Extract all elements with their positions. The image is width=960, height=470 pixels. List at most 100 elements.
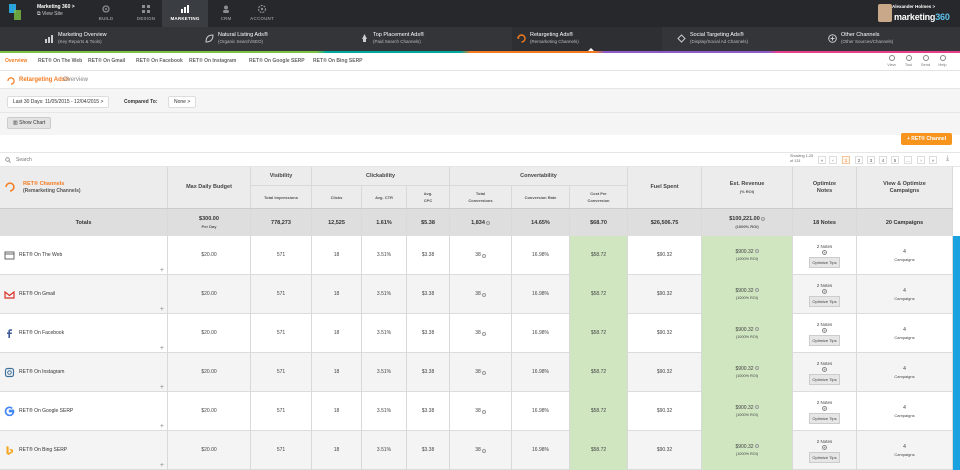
header-conversion-rate[interactable]: Conversion Rate bbox=[512, 186, 570, 208]
optimize-tips-button[interactable]: Optimize Tips bbox=[809, 257, 840, 268]
channel-natural-listing[interactable]: Natural Listing Ads® (Organic Search/SEO) bbox=[200, 27, 350, 52]
info-icon[interactable] bbox=[760, 216, 765, 221]
add-note-icon[interactable]: + bbox=[822, 328, 827, 333]
channel-name[interactable]: RET® On Google SERP bbox=[19, 408, 73, 415]
expand-plus-icon[interactable]: + bbox=[160, 462, 164, 469]
add-ret-channel-button[interactable]: + RET® Channel bbox=[901, 133, 953, 145]
header-total-impressions[interactable]: Total Impressions bbox=[251, 186, 312, 208]
add-note-icon[interactable]: + bbox=[822, 289, 827, 294]
row-notes-count[interactable]: 2 Notes bbox=[817, 282, 833, 289]
table-row[interactable]: RET® On Bing SERP + $20.00 571 18 3.51% $3.3… bbox=[0, 431, 960, 470]
header-clicks[interactable]: Clicks bbox=[312, 186, 362, 208]
row-notes-count[interactable]: 2 Notes bbox=[817, 438, 833, 445]
info-icon[interactable] bbox=[754, 405, 759, 410]
page-2[interactable]: 2 bbox=[855, 156, 863, 164]
row-campaigns[interactable]: 4 Campaigns bbox=[857, 392, 953, 431]
expand-plus-icon[interactable]: + bbox=[160, 384, 164, 391]
info-icon[interactable] bbox=[481, 331, 486, 336]
subnav-instagram[interactable]: RET® On Instagram bbox=[189, 58, 236, 64]
page-1[interactable]: 1 bbox=[842, 156, 850, 164]
add-note-icon[interactable]: + bbox=[822, 445, 827, 450]
row-notes-count[interactable]: 2 Notes bbox=[817, 321, 833, 328]
page-3[interactable]: 3 bbox=[867, 156, 875, 164]
row-notes-count[interactable]: 2 Notes bbox=[817, 243, 833, 250]
channel-top-placement[interactable]: Top Placement Ads® (Paid Search Channels) bbox=[355, 27, 505, 52]
row-scroll-handle[interactable] bbox=[953, 236, 960, 275]
info-icon[interactable] bbox=[481, 370, 486, 375]
add-note-icon[interactable]: + bbox=[822, 406, 827, 411]
header-view-optimize[interactable]: View & Optimize Campaigns bbox=[857, 167, 953, 208]
header-max-budget[interactable]: Max Daily Budget bbox=[168, 167, 251, 208]
subnav-google-serp[interactable]: RET® On Google SERP bbox=[249, 58, 305, 64]
info-icon[interactable] bbox=[754, 327, 759, 332]
channel-retargeting[interactable]: Retargeting Ads® (Remarketing Channels) bbox=[512, 27, 662, 52]
row-scroll-handle[interactable] bbox=[953, 314, 960, 353]
search-input[interactable] bbox=[16, 157, 216, 163]
app-logo-icon[interactable] bbox=[9, 4, 21, 20]
add-note-icon[interactable]: + bbox=[822, 367, 827, 372]
channel-cell[interactable]: RET® On Facebook + bbox=[0, 314, 168, 353]
view-site-link[interactable]: ⧉ View Site bbox=[37, 11, 63, 17]
date-range-button[interactable]: Last 30 Days: 11/05/2015 - 12/04/2015 > bbox=[7, 96, 110, 108]
send-tool[interactable]: Send bbox=[919, 55, 932, 67]
info-icon[interactable] bbox=[481, 292, 486, 297]
info-icon[interactable] bbox=[481, 448, 486, 453]
table-row[interactable]: RET® On Instagram + $20.00 571 18 3.51% $3.3… bbox=[0, 353, 960, 392]
page-next[interactable]: › bbox=[917, 156, 925, 164]
channel-name[interactable]: RET® On Instagram bbox=[19, 369, 64, 376]
expand-plus-icon[interactable]: + bbox=[160, 306, 164, 313]
channel-name[interactable]: RET® On Facebook bbox=[19, 330, 64, 337]
page-first[interactable]: « bbox=[818, 156, 826, 164]
page-prev[interactable]: ‹ bbox=[829, 156, 837, 164]
user-name[interactable]: Alexander Holmes > bbox=[892, 4, 935, 9]
row-scroll-handle[interactable] bbox=[953, 392, 960, 431]
table-row[interactable]: RET® On Google SERP + $20.00 571 18 3.51% $3… bbox=[0, 392, 960, 431]
optimize-tips-button[interactable]: Optimize Tips bbox=[809, 374, 840, 385]
show-chart-button[interactable]: ▥ Show Chart bbox=[7, 117, 52, 129]
optimize-tips-button[interactable]: Optimize Tips bbox=[809, 452, 840, 463]
subnav-gmail[interactable]: RET® On Gmail bbox=[88, 58, 125, 64]
info-icon[interactable] bbox=[754, 288, 759, 293]
row-scroll-handle[interactable] bbox=[953, 353, 960, 392]
row-notes-count[interactable]: 2 Notes bbox=[817, 399, 833, 406]
info-icon[interactable] bbox=[481, 253, 486, 258]
row-scroll-handle[interactable] bbox=[953, 275, 960, 314]
page-5[interactable]: 5 bbox=[891, 156, 899, 164]
help-tool[interactable]: Help bbox=[936, 55, 949, 67]
expand-plus-icon[interactable]: + bbox=[160, 345, 164, 352]
channel-marketing-overview[interactable]: Marketing Overview (Key Reports & Tools) bbox=[40, 27, 190, 52]
header-cost-per-conversion[interactable]: Cost Per Conversion bbox=[570, 186, 628, 208]
info-icon[interactable] bbox=[754, 444, 759, 449]
subnav-facebook[interactable]: RET® On Facebook bbox=[136, 58, 183, 64]
header-avg-cpc[interactable]: Avg. CPC bbox=[407, 186, 450, 208]
channel-name[interactable]: RET® On The Web bbox=[19, 252, 62, 259]
subnav-web[interactable]: RET® On The Web bbox=[38, 58, 82, 64]
header-total-conversions[interactable]: Total Conversions bbox=[450, 186, 512, 208]
channel-cell[interactable]: RET® On Gmail + bbox=[0, 275, 168, 314]
header-avg-ctr[interactable]: Avg. CTR bbox=[362, 186, 407, 208]
header-optimize-notes[interactable]: Optimize Notes bbox=[793, 167, 857, 208]
row-scroll-handle[interactable] bbox=[953, 431, 960, 470]
expand-plus-icon[interactable]: + bbox=[160, 423, 164, 430]
channel-cell[interactable]: RET® On The Web + bbox=[0, 236, 168, 275]
table-row[interactable]: RET® On The Web + $20.00 571 18 3.51% $3.38 3… bbox=[0, 236, 960, 275]
optimize-tips-button[interactable]: Optimize Tips bbox=[809, 335, 840, 346]
table-row[interactable]: RET® On Gmail + $20.00 571 18 3.51% $3.38 38 1… bbox=[0, 275, 960, 314]
page-4[interactable]: 4 bbox=[879, 156, 887, 164]
page-ellipsis[interactable]: ... bbox=[904, 156, 912, 164]
topnav-account[interactable]: ACCOUNT bbox=[238, 0, 286, 27]
row-campaigns[interactable]: 4 Campaigns bbox=[857, 275, 953, 314]
row-campaigns[interactable]: 4 Campaigns bbox=[857, 353, 953, 392]
channel-other[interactable]: Other Channels (Other Sources/Channels) bbox=[823, 27, 960, 52]
info-icon[interactable] bbox=[754, 249, 759, 254]
subnav-overview[interactable]: Overview bbox=[5, 58, 27, 64]
channel-name[interactable]: RET® On Gmail bbox=[19, 291, 55, 298]
optimize-tips-button[interactable]: Optimize Tips bbox=[809, 413, 840, 424]
channel-cell[interactable]: RET® On Instagram + bbox=[0, 353, 168, 392]
optimize-tips-button[interactable]: Optimize Tips bbox=[809, 296, 840, 307]
tool-tool[interactable]: Tool bbox=[902, 55, 915, 67]
header-fuel-spent[interactable]: Fuel Spent bbox=[628, 167, 702, 208]
channel-cell[interactable]: RET® On Google SERP + bbox=[0, 392, 168, 431]
expand-plus-icon[interactable]: + bbox=[160, 267, 164, 274]
info-icon[interactable] bbox=[481, 409, 486, 414]
